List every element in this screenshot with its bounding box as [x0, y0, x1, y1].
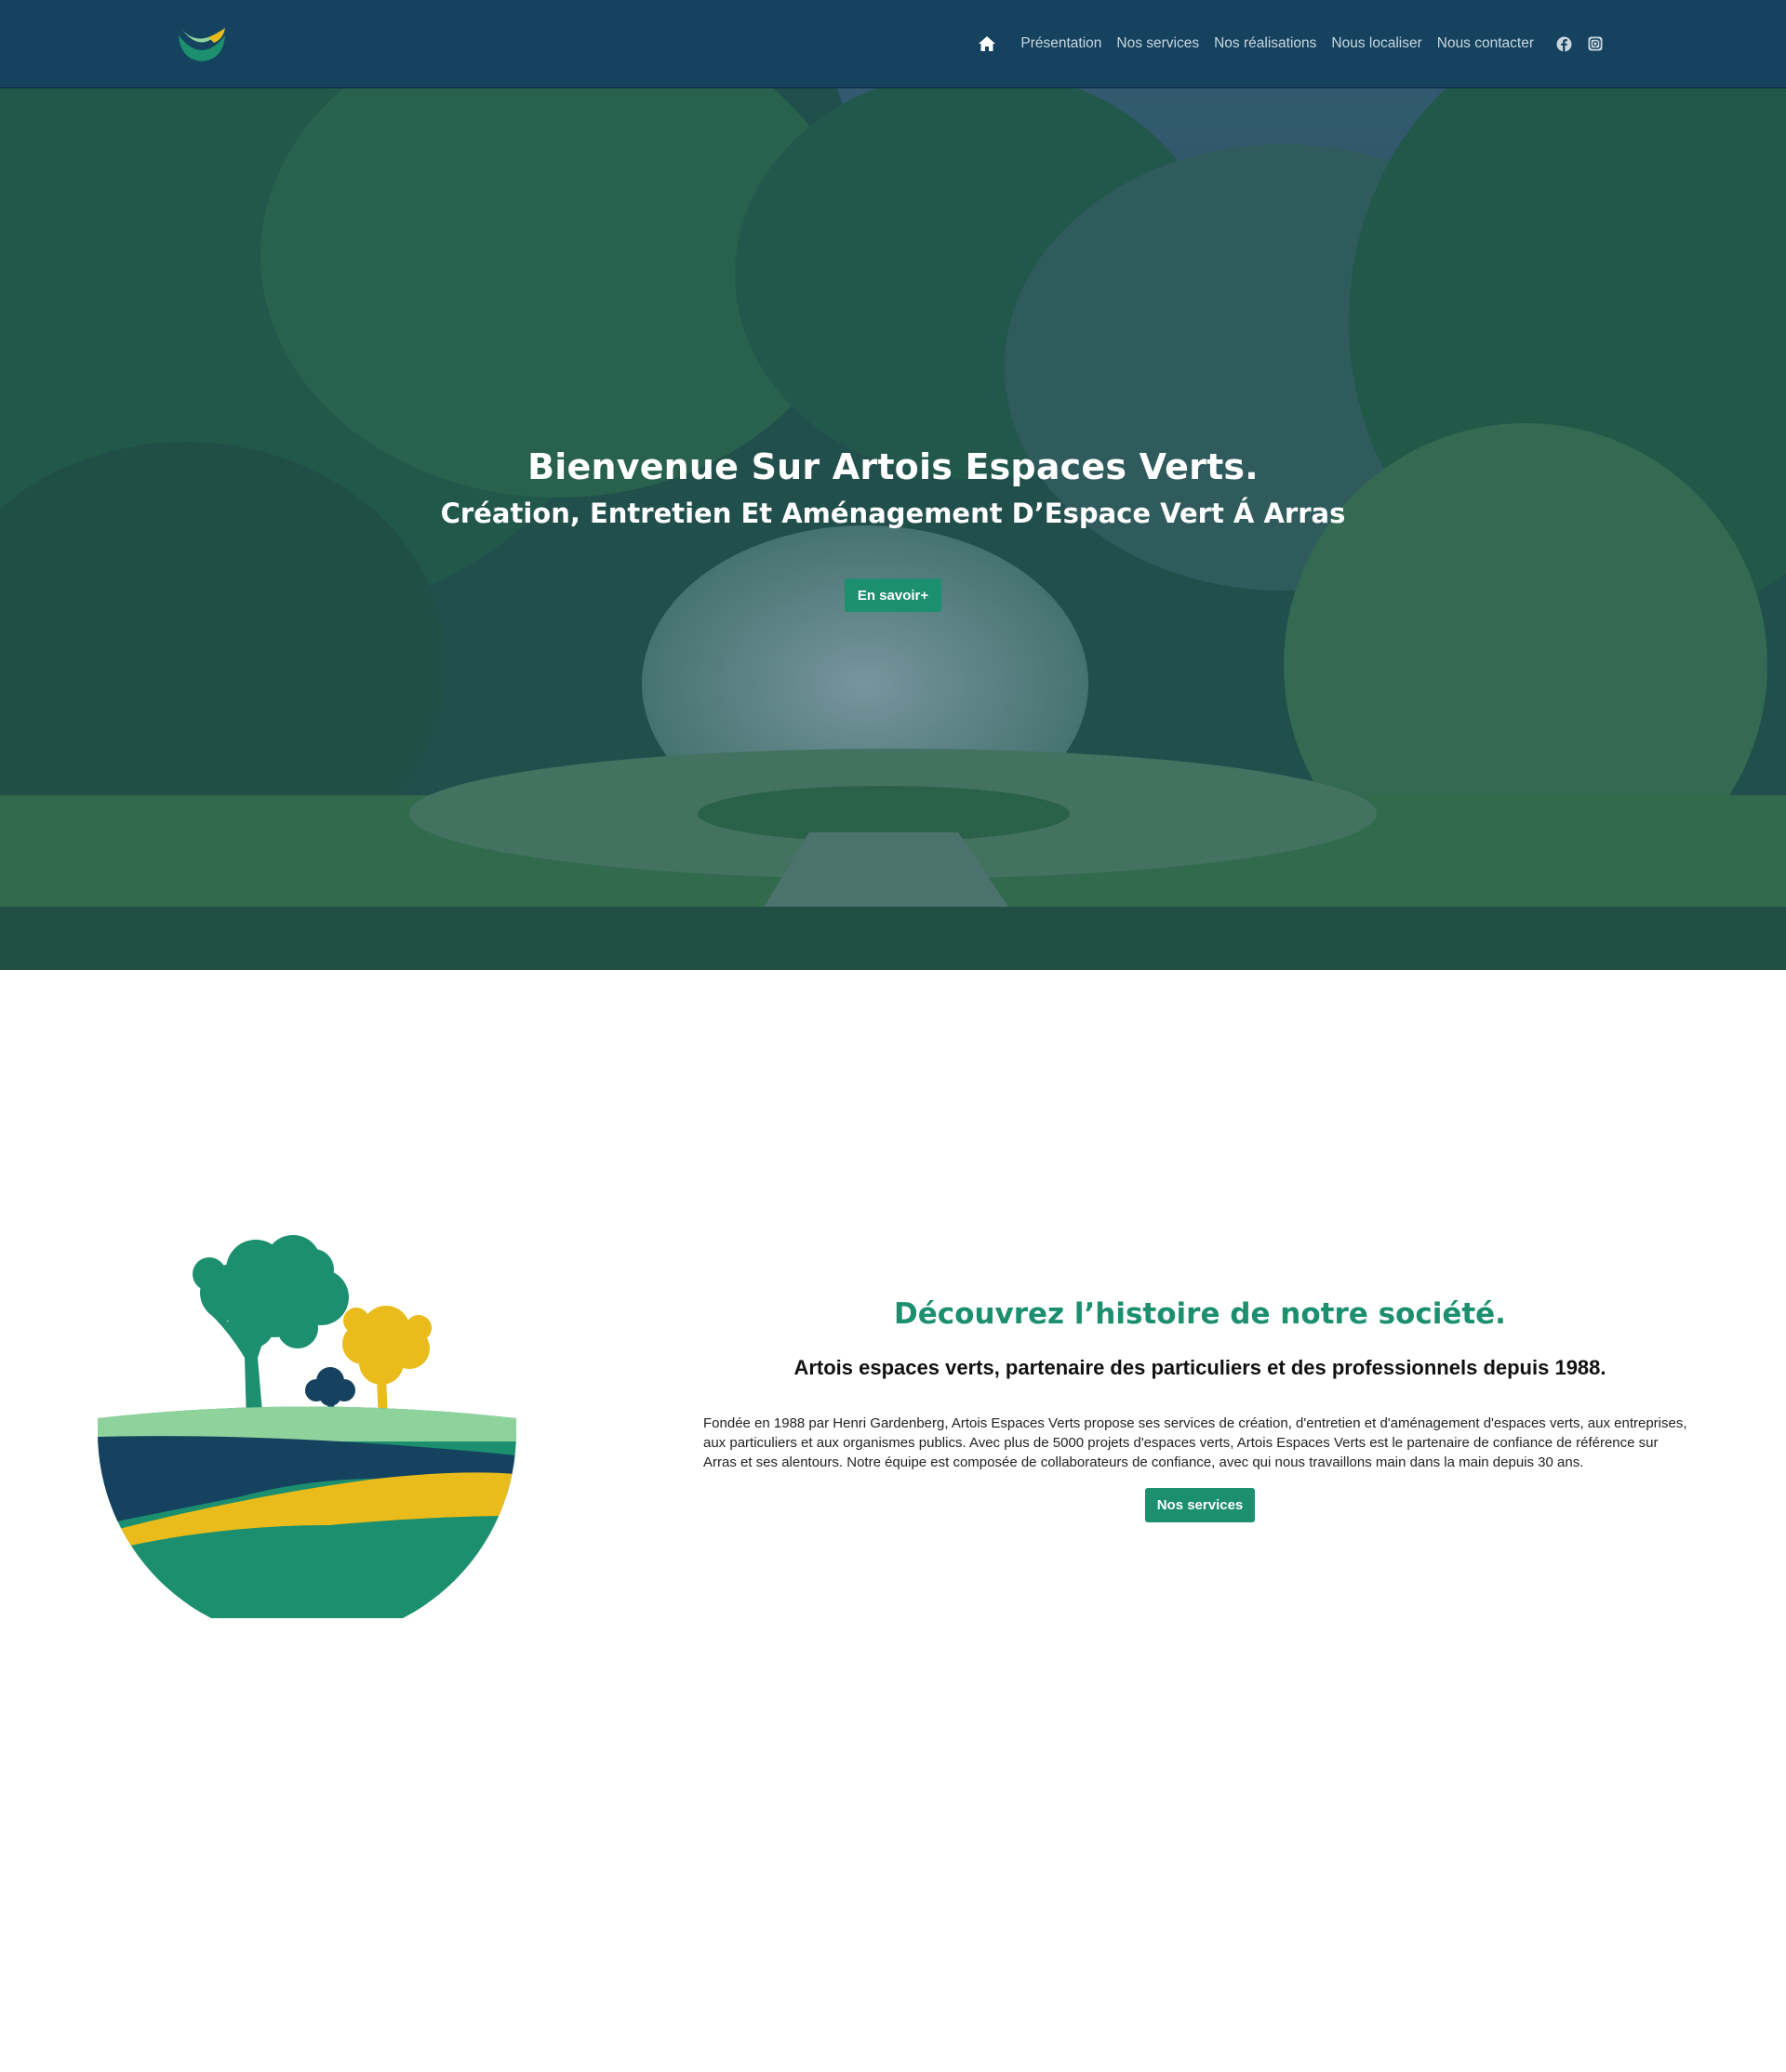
main-nav: Présentation Nos services Nos réalisatio…	[978, 28, 1605, 60]
landscape-trees-illustration	[98, 1235, 516, 1618]
hero-section: Bienvenue Sur Artois Espaces Verts. Créa…	[0, 88, 1786, 970]
hero-overlay	[0, 88, 1786, 970]
our-services-button[interactable]: Nos services	[1145, 1488, 1255, 1522]
about-description: Fondée en 1988 par Henri Gardenberg, Art…	[703, 1415, 1687, 1470]
site-logo[interactable]	[177, 26, 227, 67]
nav-link-presentation[interactable]: Présentation	[1020, 35, 1101, 52]
navbar: Présentation Nos services Nos réalisatio…	[0, 0, 1786, 88]
hero-title: Bienvenue Sur Artois Espaces Verts.	[527, 446, 1259, 487]
learn-more-button[interactable]: En savoir+	[845, 578, 941, 612]
about-subtitle: Artois espaces verts, partenaire des par…	[793, 1356, 1606, 1379]
nav-link-contact[interactable]: Nous contacter	[1437, 35, 1534, 52]
about-title: Découvrez l’histoire de notre société.	[894, 1297, 1506, 1331]
nav-link-localiser[interactable]: Nous localiser	[1331, 35, 1421, 52]
leaf-smile-logo-icon	[179, 28, 225, 61]
home-icon[interactable]	[978, 33, 1000, 55]
hero-subtitle: Création, Entretien Et Aménagement D’Esp…	[440, 498, 1346, 529]
nav-link-services[interactable]: Nos services	[1116, 35, 1199, 52]
facebook-icon[interactable]	[1554, 34, 1573, 53]
nav-link-realisations[interactable]: Nos réalisations	[1214, 35, 1316, 52]
instagram-icon[interactable]	[1586, 34, 1605, 53]
